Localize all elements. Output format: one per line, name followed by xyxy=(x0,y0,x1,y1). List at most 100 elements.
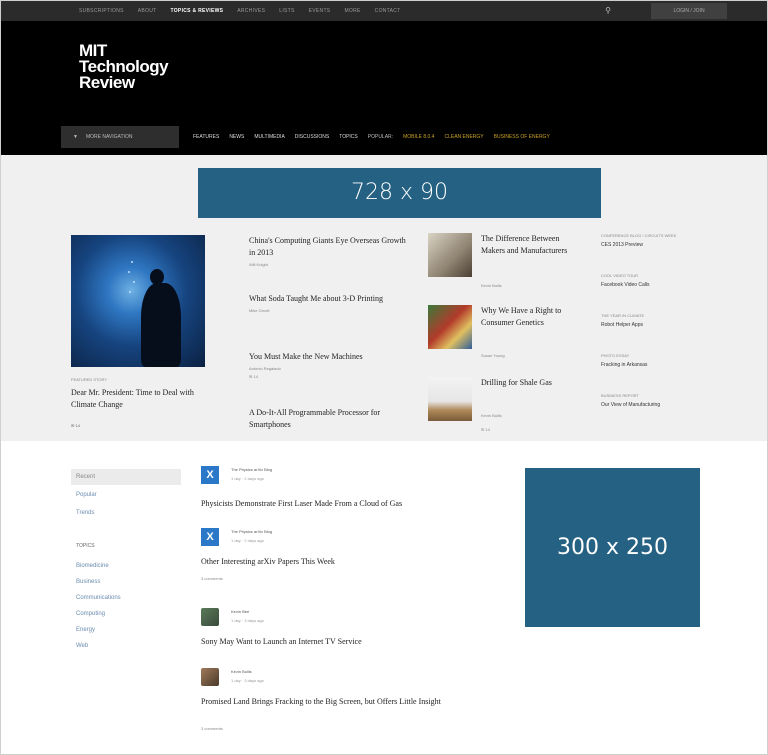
story-title[interactable]: Why We Have a Right to Consumer Genetics xyxy=(481,305,581,329)
post-author[interactable]: Kevin Bullis xyxy=(231,669,252,674)
utility-nav-item[interactable]: About xyxy=(138,8,157,14)
menu-label: More Navigation xyxy=(85,134,133,140)
story-comment-count[interactable]: ✉ 14 xyxy=(481,427,490,432)
utility-nav-item[interactable]: Archives xyxy=(237,8,265,14)
filter-recent[interactable]: Recent xyxy=(71,469,181,485)
popular-label: Popular: xyxy=(367,134,394,140)
post-author[interactable]: The Physics arXiv Blog xyxy=(231,467,272,472)
nav-item-multimedia[interactable]: Multimedia xyxy=(254,134,284,140)
logo-line: Review xyxy=(79,73,135,92)
post-comment-count[interactable]: 3 comments xyxy=(201,726,223,731)
top-utility-bar: Subscriptions About Topics & Reviews Arc… xyxy=(1,1,767,21)
story-title[interactable]: What Soda Taught Me about 3-D Printing xyxy=(249,293,409,305)
sidebar-story: Conference Blog / Circuits Week CES 2013… xyxy=(601,233,721,248)
sidebar-story-title[interactable]: CES 2013 Preview xyxy=(601,242,721,248)
utility-nav-item[interactable]: Events xyxy=(309,8,331,14)
filter-trends[interactable]: Trends xyxy=(71,505,181,521)
sidebar-story-title[interactable]: Robot Helper Apps xyxy=(601,322,721,328)
post-title[interactable]: Physicists Demonstrate First Laser Made … xyxy=(201,498,511,510)
light-dot xyxy=(128,271,130,273)
hero-kicker: Featured Story xyxy=(71,377,108,382)
story-item: A Do-It-All Programmable Processor for S… xyxy=(249,407,409,431)
nav-item-features[interactable]: Features xyxy=(193,134,219,140)
nav-item-news[interactable]: News xyxy=(229,134,244,140)
topic-link[interactable]: Web xyxy=(76,643,88,649)
story-thumbnail[interactable] xyxy=(428,377,472,421)
hero-title[interactable]: Dear Mr. President: Time to Deal with Cl… xyxy=(71,387,221,411)
nav-item-discussions[interactable]: Discussions xyxy=(295,134,329,140)
sidebar-story: The Year in Climate Robot Helper Apps xyxy=(601,313,721,328)
sidebar-story-title[interactable]: Facebook Video Calls xyxy=(601,282,721,288)
rectangle-ad[interactable]: 300 x 250 xyxy=(525,468,700,627)
story-item: You Must Make the New Machines Antonio R… xyxy=(249,351,409,379)
story-author: Mike Orcutt xyxy=(249,308,270,313)
popular-link[interactable]: Clean Energy xyxy=(444,134,483,140)
leaderboard-ad[interactable]: 728 x 90 xyxy=(198,168,601,218)
story-thumbnail[interactable] xyxy=(428,233,472,277)
post-author[interactable]: Kevin Bee xyxy=(231,609,249,614)
topic-link[interactable]: Business xyxy=(76,579,100,585)
topic-link[interactable]: Biomedicine xyxy=(76,563,109,569)
lower-section: Recent Popular Trends Topics Biomedicine… xyxy=(1,441,767,754)
story-title[interactable]: Drilling for Shale Gas xyxy=(481,377,581,389)
topic-link[interactable]: Computing xyxy=(76,611,105,617)
site-logo[interactable]: MIT Technology Review xyxy=(79,42,169,92)
post-timestamp: 1 day · 3 days ago xyxy=(231,678,264,683)
post-title[interactable]: Other Interesting arXiv Papers This Week xyxy=(201,556,511,568)
post-comment-count[interactable]: 3 comments xyxy=(201,576,223,581)
menu-icon: ▼ xyxy=(73,134,78,140)
more-navigation-button[interactable]: ▼ More Navigation xyxy=(61,126,179,148)
main-nav: ▼ More Navigation Features News Multimed… xyxy=(61,126,721,148)
avatar[interactable]: X xyxy=(201,466,219,484)
sidebar-story-title[interactable]: Our View of Manufacturing xyxy=(601,402,721,408)
sidebar-story: Business Report Our View of Manufacturin… xyxy=(601,393,721,408)
page: Subscriptions About Topics & Reviews Arc… xyxy=(0,0,768,755)
post-timestamp: 1 day · 2 days ago xyxy=(231,476,264,481)
sidebar-story-title[interactable]: Fracking in Arkansas xyxy=(601,362,721,368)
filter-popular[interactable]: Popular xyxy=(71,487,181,503)
avatar[interactable] xyxy=(201,608,219,626)
sidebar-story-label: Business Report xyxy=(601,393,639,398)
popular-link[interactable]: Mobile 8.0.4 xyxy=(403,134,434,140)
light-dot xyxy=(133,281,135,283)
story-title[interactable]: You Must Make the New Machines xyxy=(249,351,409,363)
post-title[interactable]: Sony May Want to Launch an Internet TV S… xyxy=(201,636,511,648)
light-dot xyxy=(131,261,133,263)
topic-link[interactable]: Communications xyxy=(76,595,121,601)
avatar[interactable] xyxy=(201,668,219,686)
utility-nav-item[interactable]: Contact xyxy=(375,8,401,14)
story-item: China's Computing Giants Eye Overseas Gr… xyxy=(249,235,409,267)
nav-item-topics[interactable]: Topics xyxy=(339,134,358,140)
search-icon[interactable]: ⚲ xyxy=(603,6,613,16)
story-item: What Soda Taught Me about 3-D Printing M… xyxy=(249,293,409,313)
post-author[interactable]: The Physics arXiv Blog xyxy=(231,529,272,534)
story-thumbnail[interactable] xyxy=(428,305,472,349)
topic-link[interactable]: Energy xyxy=(76,627,95,633)
utility-nav-item[interactable]: Subscriptions xyxy=(79,8,124,14)
story-title[interactable]: China's Computing Giants Eye Overseas Gr… xyxy=(249,235,409,259)
story-title[interactable]: A Do-It-All Programmable Processor for S… xyxy=(249,407,409,431)
post-title[interactable]: Promised Land Brings Fracking to the Big… xyxy=(201,696,511,708)
sidebar-story-label: Photo Essay xyxy=(601,353,630,358)
featured-section: 728 x 90 Featured Story Dear Mr. Preside… xyxy=(1,155,767,441)
masthead: MIT Technology Review ▼ More Navigation … xyxy=(1,21,767,155)
story-author: Susan Young xyxy=(481,353,505,358)
story-title[interactable]: The Difference Between Makers and Manufa… xyxy=(481,233,581,257)
login-button[interactable]: Login / Join xyxy=(651,3,727,19)
main-nav-items: Features News Multimedia Discussions Top… xyxy=(193,134,550,140)
story-comment-count[interactable]: ✉ 14 xyxy=(249,374,409,379)
sidebar-story-label: The Year in Climate xyxy=(601,313,645,318)
light-dot xyxy=(129,291,131,293)
avatar[interactable]: X xyxy=(201,528,219,546)
utility-nav-item[interactable]: Lists xyxy=(279,8,294,14)
utility-nav-item-active[interactable]: Topics & Reviews xyxy=(170,8,223,14)
sidebar-story: Cool Video Tour Facebook Video Calls xyxy=(601,273,721,288)
hero-comment-count[interactable]: ✉ 14 xyxy=(71,423,80,428)
story-author: Kevin Bullis xyxy=(481,283,502,288)
post-timestamp: 1 day · 2 days ago xyxy=(231,538,264,543)
silhouette-figure xyxy=(141,283,181,367)
utility-nav-item[interactable]: More xyxy=(344,8,360,14)
story-author: Kevin Bullis xyxy=(481,413,502,418)
popular-link[interactable]: Business of Energy xyxy=(494,134,550,140)
hero-image[interactable] xyxy=(71,235,205,367)
